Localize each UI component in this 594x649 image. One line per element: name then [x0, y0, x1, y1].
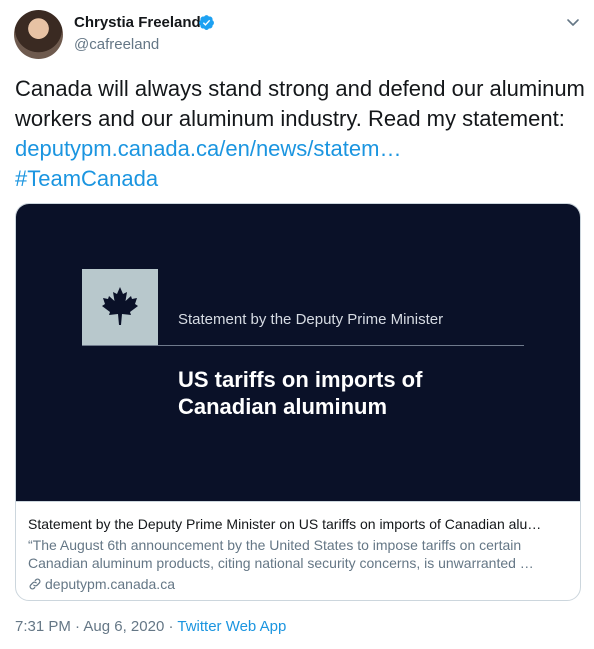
tweet-link[interactable]: deputypm.canada.ca/en/news/statem…	[15, 136, 401, 161]
card-domain: deputypm.canada.ca	[28, 575, 570, 593]
avatar[interactable]	[14, 10, 63, 59]
tweet-footer: 7:31 PM · Aug 6, 2020 · Twitter Web App	[15, 618, 286, 635]
tweet-source-app[interactable]: Twitter Web App	[177, 618, 286, 635]
link-preview-card[interactable]: Statement by the Deputy Prime Minister U…	[15, 203, 581, 601]
separator: ·	[164, 618, 178, 635]
tweet-time[interactable]: 7:31 PM	[15, 618, 71, 635]
author-handle[interactable]: @cafreeland	[74, 36, 159, 53]
card-domain-text: deputypm.canada.ca	[45, 576, 175, 592]
link-icon	[29, 578, 41, 590]
maple-leaf-icon	[102, 287, 138, 325]
author-name[interactable]: Chrystia Freeland	[74, 14, 201, 31]
verified-badge-icon	[199, 15, 214, 30]
card-image-headline: US tariffs on imports of Canadian alumin…	[178, 367, 423, 419]
card-title: Statement by the Deputy Prime Minister o…	[28, 516, 542, 532]
card-info[interactable]: Statement by the Deputy Prime Minister o…	[16, 501, 580, 600]
divider	[82, 345, 524, 346]
separator: ·	[70, 618, 84, 635]
flag-box	[82, 269, 158, 345]
hashtag-link[interactable]: #TeamCanada	[15, 166, 158, 191]
tweet-body: Canada will always stand strong and defe…	[15, 76, 585, 131]
card-image-subtitle: Statement by the Deputy Prime Minister	[178, 311, 444, 328]
card-image[interactable]: Statement by the Deputy Prime Minister U…	[16, 204, 580, 501]
chevron-down-icon[interactable]	[565, 14, 581, 30]
tweet-date[interactable]: Aug 6, 2020	[83, 618, 164, 635]
card-description: “The August 6th announcement by the Unit…	[28, 537, 534, 571]
tweet-text: Canada will always stand strong and defe…	[15, 74, 585, 194]
